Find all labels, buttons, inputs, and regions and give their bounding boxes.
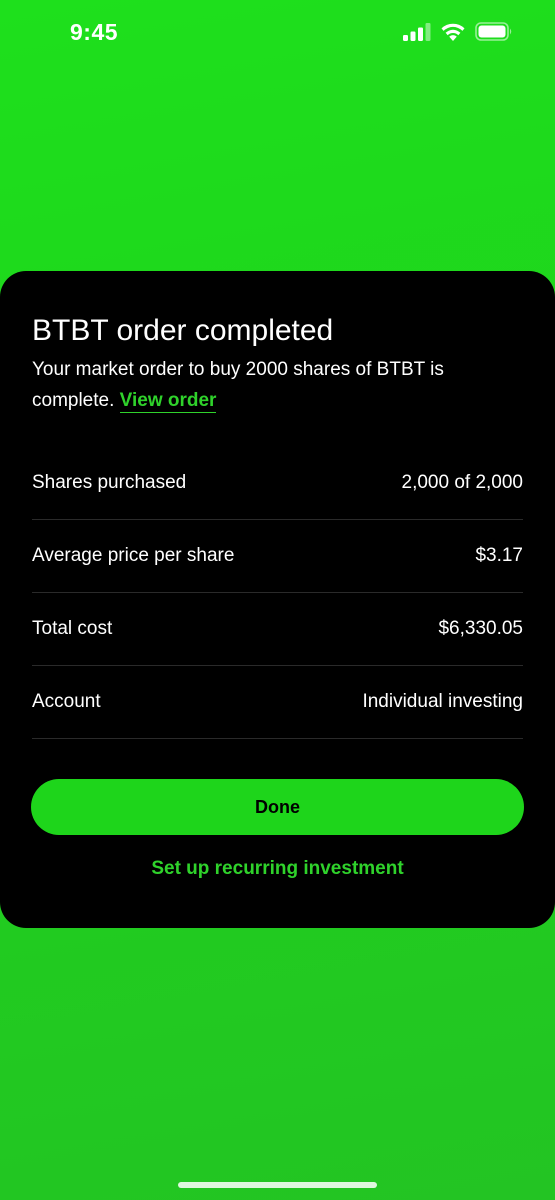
detail-value: Individual investing: [362, 691, 523, 712]
home-indicator[interactable]: [178, 1182, 377, 1188]
order-details-list: Shares purchased 2,000 of 2,000 Average …: [32, 447, 523, 739]
battery-icon: [475, 22, 513, 41]
done-button[interactable]: Done: [31, 779, 524, 835]
detail-row-average-price: Average price per share $3.17: [32, 520, 523, 593]
order-title: BTBT order completed: [32, 314, 334, 347]
detail-row-account: Account Individual investing: [32, 666, 523, 739]
detail-label: Average price per share: [32, 545, 235, 566]
view-order-link[interactable]: View order: [119, 390, 217, 413]
cellular-signal-icon: [403, 22, 431, 41]
status-time: 9:45: [70, 19, 119, 45]
order-description: Your market order to buy 2000 shares of …: [32, 354, 502, 416]
detail-label: Account: [32, 691, 101, 712]
detail-row-total-cost: Total cost $6,330.05: [32, 593, 523, 666]
detail-value: $3.17: [475, 545, 523, 566]
wifi-icon: [440, 22, 466, 41]
set-up-recurring-investment-link[interactable]: Set up recurring investment: [0, 858, 555, 880]
detail-value: 2,000 of 2,000: [401, 472, 524, 493]
detail-label: Total cost: [32, 618, 113, 639]
order-description-text: Your market order to buy 2000 shares of …: [32, 359, 444, 411]
status-bar: 9:45: [0, 0, 555, 66]
detail-label: Shares purchased: [32, 472, 187, 493]
detail-row-shares-purchased: Shares purchased 2,000 of 2,000: [32, 447, 523, 520]
detail-value: $6,330.05: [438, 618, 523, 639]
status-icons: [403, 22, 513, 41]
